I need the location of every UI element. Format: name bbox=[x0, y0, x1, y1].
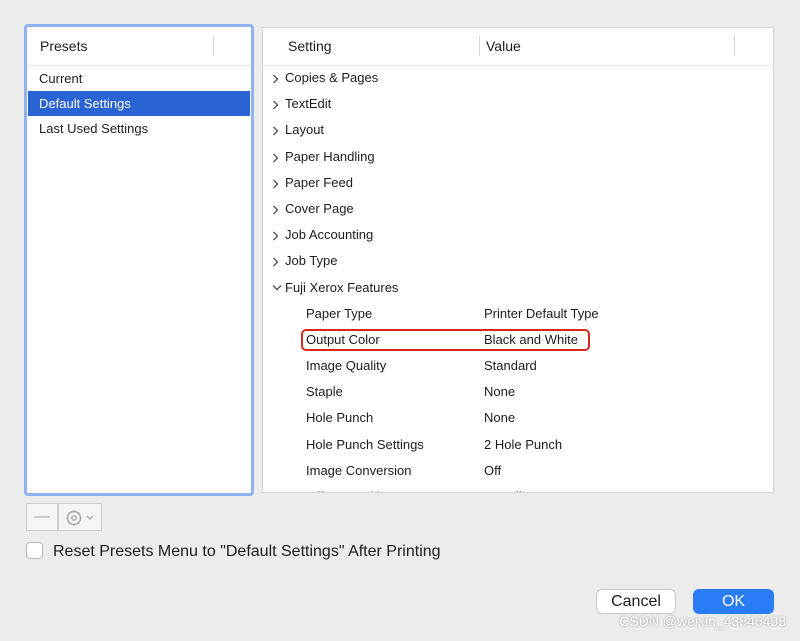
chevron-right-icon[interactable] bbox=[270, 170, 282, 196]
setting-row[interactable]: Image Conversion Off bbox=[263, 458, 773, 484]
chevron-right-icon[interactable] bbox=[270, 117, 282, 143]
setting-row[interactable]: Offset Stacking No Offset bbox=[263, 484, 773, 492]
setting-value: 2 Hole Punch bbox=[484, 436, 563, 452]
settings-table: Setting Value Copies & Pages TextEdit Layo… bbox=[262, 27, 774, 493]
setting-label: Image Conversion bbox=[306, 462, 412, 478]
settings-group-label: Cover Page bbox=[285, 200, 354, 216]
settings-group-label: Job Type bbox=[285, 253, 338, 269]
settings-group-label: TextEdit bbox=[285, 96, 332, 112]
settings-group-row[interactable]: Job Type bbox=[263, 248, 773, 274]
column-divider bbox=[479, 36, 480, 56]
chevron-right-icon[interactable] bbox=[270, 196, 282, 222]
cancel-button[interactable]: Cancel bbox=[596, 589, 676, 614]
chevron-right-icon[interactable] bbox=[270, 144, 282, 170]
settings-group-label: Job Accounting bbox=[285, 227, 374, 243]
remove-preset-button[interactable]: — bbox=[26, 503, 58, 531]
setting-value: Printer Default Type bbox=[484, 305, 599, 321]
settings-group-label: Layout bbox=[285, 122, 325, 138]
settings-group-row[interactable]: Paper Feed bbox=[263, 170, 773, 196]
setting-value: Standard bbox=[484, 358, 537, 374]
presets-header-label: Presets bbox=[40, 38, 88, 54]
column-divider bbox=[213, 36, 214, 56]
preset-item[interactable]: Last Used Settings bbox=[28, 116, 250, 141]
setting-row[interactable]: Output Color Black and White bbox=[263, 327, 773, 353]
presets-list: Current Default Settings Last Used Setting… bbox=[27, 66, 251, 141]
settings-group-row[interactable]: Paper Handling bbox=[263, 144, 773, 170]
setting-label: Paper Type bbox=[306, 305, 373, 321]
setting-label: Hole Punch Settings bbox=[306, 436, 424, 452]
setting-label: Offset Stacking bbox=[306, 484, 394, 492]
setting-label: Hole Punch bbox=[306, 410, 374, 426]
setting-value: No Offset bbox=[484, 484, 539, 492]
settings-group-label: Fuji Xerox Features bbox=[285, 279, 399, 295]
chevron-right-icon[interactable] bbox=[270, 222, 282, 248]
setting-value: Off bbox=[484, 462, 502, 478]
column-header-value[interactable]: Value bbox=[486, 28, 521, 65]
presets-header: Presets bbox=[27, 27, 251, 66]
presets-panel: Presets Current Default Settings Last Used… bbox=[24, 24, 254, 496]
setting-row[interactable]: Hole Punch None bbox=[263, 405, 773, 431]
settings-group-row[interactable]: Fuji Xerox Features bbox=[263, 275, 773, 301]
column-header-setting[interactable]: Setting bbox=[288, 28, 332, 65]
preset-item[interactable]: Default Settings bbox=[28, 91, 250, 116]
preset-item[interactable]: Current bbox=[28, 66, 250, 91]
settings-group-row[interactable]: TextEdit bbox=[263, 91, 773, 117]
settings-group-label: Copies & Pages bbox=[285, 70, 379, 85]
setting-row[interactable]: Hole Punch Settings 2 Hole Punch bbox=[263, 432, 773, 458]
chevron-right-icon[interactable] bbox=[270, 91, 282, 117]
setting-label: Image Quality bbox=[306, 358, 387, 374]
settings-group-row[interactable]: Copies & Pages bbox=[263, 65, 773, 91]
settings-group-label: Paper Handling bbox=[285, 148, 375, 164]
reset-presets-label[interactable]: Reset Presets Menu to "Default Settings"… bbox=[53, 542, 441, 562]
settings-group-row[interactable]: Layout bbox=[263, 117, 773, 143]
ok-button[interactable]: OK bbox=[693, 589, 774, 614]
gear-icon bbox=[66, 510, 94, 526]
setting-value: None bbox=[484, 410, 516, 426]
settings-group-label: Paper Feed bbox=[285, 174, 353, 190]
settings-group-row[interactable]: Job Accounting bbox=[263, 222, 773, 248]
watermark: CSDN @weixin_43846408 bbox=[619, 613, 786, 629]
setting-value: Black and White bbox=[484, 331, 578, 347]
setting-value: None bbox=[484, 384, 516, 400]
setting-row[interactable]: Image Quality Standard bbox=[263, 353, 773, 379]
setting-label: Staple bbox=[306, 384, 343, 400]
settings-group-row[interactable]: Cover Page bbox=[263, 196, 773, 222]
chevron-right-icon[interactable] bbox=[270, 65, 282, 91]
setting-label: Output Color bbox=[306, 331, 380, 347]
setting-row[interactable]: Staple None bbox=[263, 379, 773, 405]
column-divider bbox=[734, 36, 735, 56]
setting-row[interactable]: Paper Type Printer Default Type bbox=[263, 301, 773, 327]
settings-outline: Copies & Pages TextEdit Layout Paper Handli… bbox=[263, 65, 773, 492]
reset-presets-checkbox[interactable] bbox=[26, 542, 43, 559]
action-menu-button[interactable] bbox=[58, 503, 102, 531]
preset-settings-dialog: Presets Current Default Settings Last Used… bbox=[0, 0, 800, 641]
chevron-down-icon[interactable] bbox=[270, 275, 282, 301]
settings-table-header: Setting Value bbox=[263, 28, 773, 66]
chevron-right-icon[interactable] bbox=[270, 248, 282, 274]
